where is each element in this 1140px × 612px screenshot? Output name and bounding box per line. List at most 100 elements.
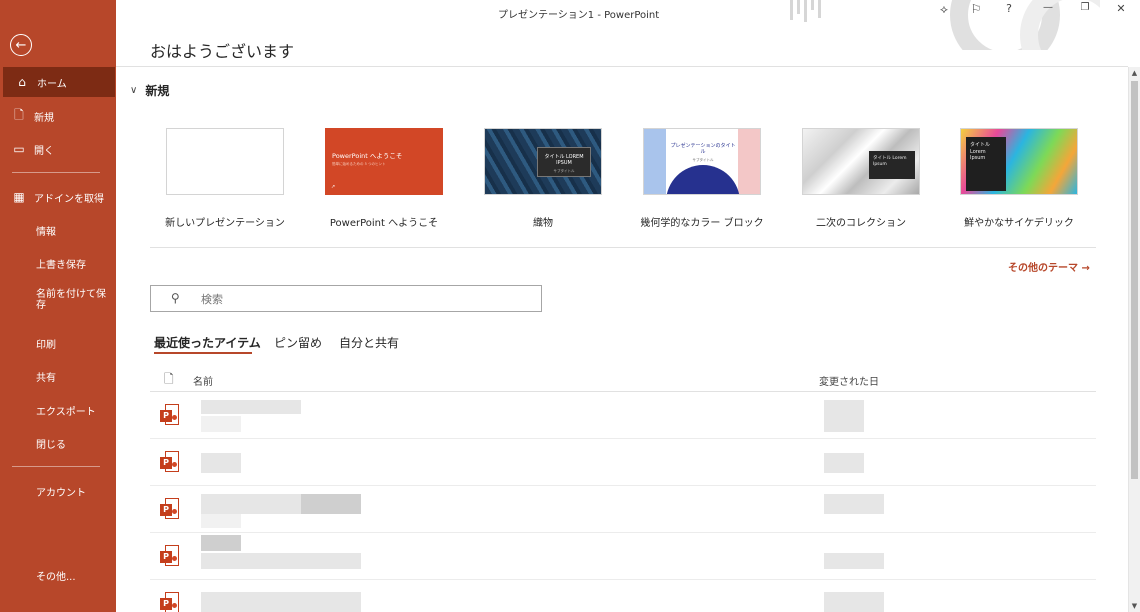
sidebar-item-account[interactable]: アカウント <box>0 476 116 506</box>
template-label: 新しいプレゼンテーション <box>165 218 285 229</box>
restore-icon[interactable]: ❐ <box>1076 2 1094 13</box>
template-quadratic[interactable]: タイトル Lorem Ipsum 二次のコレクション <box>802 128 920 229</box>
thumb-title: PowerPoint へようこそ <box>332 152 403 160</box>
search-box[interactable]: ⚲ <box>150 285 542 312</box>
template-thumbnail: タイトル Lorem Ipsum <box>802 128 920 195</box>
sidebar-item-label: その他... <box>36 571 76 583</box>
file-name-redacted <box>201 535 241 551</box>
sidebar-item-open[interactable]: ▭ 開く <box>0 134 116 164</box>
tab-pinned[interactable]: ピン留め <box>274 334 322 351</box>
arrow-icon: ↗ <box>331 184 336 190</box>
modified-date-redacted <box>824 553 884 569</box>
sidebar-item-save-as[interactable]: 名前を付けて保存 <box>36 289 108 311</box>
table-row[interactable]: P <box>150 580 1096 612</box>
template-label: 鮮やかなサイケデリック <box>964 218 1074 229</box>
thumb-title-box: タイトル LOREM IPSUM サブタイトル <box>537 147 591 177</box>
thumb-subtitle: サブタイトル <box>553 169 575 173</box>
window-title: プレゼンテーション1 - PowerPoint <box>498 10 660 21</box>
sidebar-item-label: ホーム <box>37 78 67 90</box>
thumb-title: タイトル Lorem Ipsum <box>869 151 915 179</box>
thumb-title: タイトル Lorem Ipsum <box>966 137 1006 191</box>
sidebar-item-label: 上書き保存 <box>36 259 86 271</box>
template-welcome[interactable]: PowerPoint へようこそ 簡単に始めるための 5 つのヒント ↗ Pow… <box>325 128 443 229</box>
sidebar-item-label: エクスポート <box>36 406 96 418</box>
template-blank[interactable]: 新しいプレゼンテーション <box>165 128 285 229</box>
template-label: 幾何学的なカラー ブロック <box>640 218 764 229</box>
sidebar-item-addins[interactable]: ▦ アドインを取得 <box>0 182 116 212</box>
search-icon: ⚲ <box>171 291 180 305</box>
section-divider <box>150 247 1096 248</box>
close-icon[interactable]: ✕ <box>1112 2 1130 15</box>
template-thumbnail: プレゼンテーションのタイトル サブタイトル <box>643 128 761 195</box>
new-document-icon: 🗋 <box>14 107 24 122</box>
table-row[interactable]: P <box>150 439 1096 486</box>
sidebar-item-info[interactable]: 情報 <box>0 215 116 245</box>
template-geometric[interactable]: プレゼンテーションのタイトル サブタイトル 幾何学的なカラー ブロック <box>640 128 764 229</box>
pptx-file-icon: P <box>160 498 179 520</box>
template-thumbnail: PowerPoint へようこそ 簡単に始めるための 5 つのヒント ↗ <box>325 128 443 195</box>
modified-date-redacted <box>824 453 864 473</box>
sidebar-item-label: 情報 <box>36 226 56 238</box>
template-psychedelic[interactable]: タイトル Lorem Ipsum 鮮やかなサイケデリック <box>960 128 1078 229</box>
coauthor-icon[interactable]: ⚐ <box>967 2 985 16</box>
modified-date-redacted <box>824 592 884 612</box>
title-bar: プレゼンテーション1 - PowerPoint ⟡ ⚐ ? — ❐ ✕ <box>116 0 1140 50</box>
help-icon[interactable]: ? <box>1000 2 1018 15</box>
sidebar-item-label: 共有 <box>36 372 56 384</box>
section-title: 新規 <box>145 84 170 98</box>
scroll-down-icon[interactable]: ▼ <box>1129 600 1140 612</box>
sidebar-item-share[interactable]: 共有 <box>0 361 116 391</box>
scroll-up-icon[interactable]: ▲ <box>1129 67 1140 79</box>
sidebar-item-label: 閉じる <box>36 439 66 451</box>
modified-date-redacted <box>824 494 884 514</box>
template-label: 織物 <box>533 218 553 229</box>
sidebar-item-label: アカウント <box>36 487 86 499</box>
back-arrow-icon[interactable]: ← <box>10 34 32 56</box>
store-grid-icon: ▦ <box>13 190 25 204</box>
sidebar-item-print[interactable]: 印刷 <box>0 328 116 358</box>
vertical-scrollbar[interactable]: ▲ ▼ <box>1128 67 1140 612</box>
modified-date-redacted <box>824 400 864 432</box>
document-icon: 🗋 <box>164 372 174 386</box>
sidebar-item-label: 新規 <box>34 112 54 124</box>
header-divider <box>116 66 1128 67</box>
tab-active-indicator <box>154 352 252 354</box>
tab-recent[interactable]: 最近使ったアイテム <box>154 334 261 351</box>
thumb-subtitle: 簡単に始めるための 5 つのヒント <box>332 162 386 166</box>
template-label: 二次のコレクション <box>816 218 906 229</box>
column-header-modified[interactable]: 変更された日 <box>819 373 879 388</box>
sidebar-item-home[interactable]: ⌂ ホーム <box>3 67 115 97</box>
chevron-down-icon: ∨ <box>130 85 138 96</box>
sidebar-item-more[interactable]: その他... <box>0 560 116 590</box>
sidebar-item-export[interactable]: エクスポート <box>0 395 116 425</box>
thumb-title: タイトル LOREM IPSUM <box>544 154 584 166</box>
minimize-icon[interactable]: — <box>1039 2 1057 13</box>
file-name-redacted <box>201 453 241 473</box>
home-icon: ⌂ <box>18 75 26 89</box>
pptx-file-icon: P <box>160 592 179 612</box>
table-row[interactable]: P <box>150 533 1096 580</box>
sidebar-item-save[interactable]: 上書き保存 <box>0 248 116 278</box>
scrollbar-thumb[interactable] <box>1131 81 1138 479</box>
template-label: PowerPoint へようこそ <box>329 218 439 229</box>
template-thumbnail: タイトル Lorem Ipsum <box>960 128 1078 195</box>
new-section-toggle[interactable]: ∨ 新規 <box>130 82 169 99</box>
pptx-file-icon: P <box>160 404 179 426</box>
sidebar-item-label: 開く <box>34 145 54 157</box>
diamond-icon[interactable]: ⟡ <box>935 2 953 17</box>
sidebar-divider <box>12 172 100 173</box>
template-weave[interactable]: タイトル LOREM IPSUM サブタイトル 織物 <box>484 128 602 229</box>
search-input[interactable] <box>201 290 521 308</box>
thumb-title: プレゼンテーションのタイトル サブタイトル <box>670 143 736 162</box>
template-thumbnail <box>166 128 284 195</box>
tab-shared[interactable]: 自分と共有 <box>339 334 399 351</box>
sidebar-item-new[interactable]: 🗋 新規 <box>0 101 116 131</box>
table-row[interactable]: P <box>150 486 1096 533</box>
sidebar-divider <box>12 466 100 467</box>
sidebar-item-label: 印刷 <box>36 339 56 351</box>
more-themes-link[interactable]: その他のテーマ → <box>1008 259 1090 274</box>
column-header-name[interactable]: 名前 <box>193 373 213 388</box>
table-row[interactable]: P <box>150 392 1096 439</box>
sidebar-item-close[interactable]: 閉じる <box>0 428 116 458</box>
sidebar-item-label: アドインを取得 <box>34 193 104 205</box>
